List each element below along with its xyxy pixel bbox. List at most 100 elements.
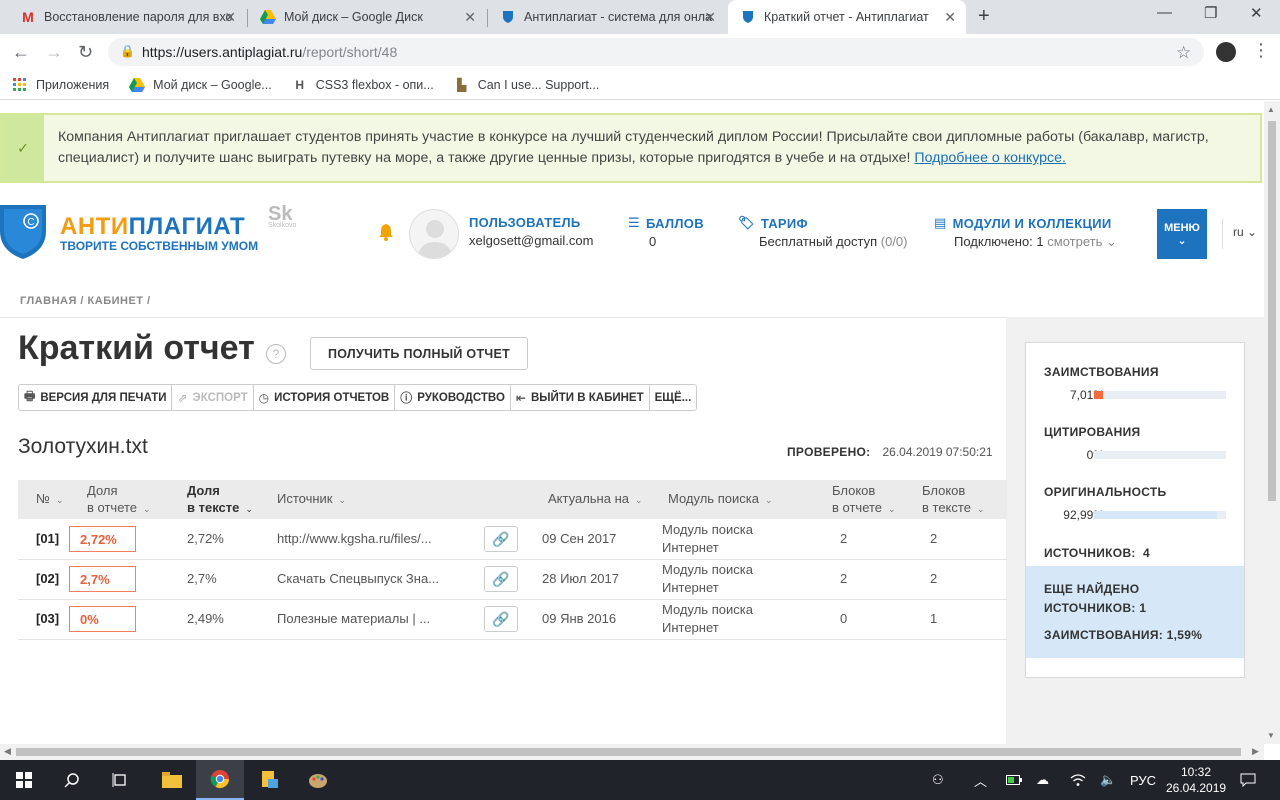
google-drive-icon xyxy=(129,77,146,93)
bell-icon[interactable] xyxy=(378,223,394,246)
originality-label: ОРИГИНАЛЬНОСТЬ xyxy=(1044,485,1167,499)
page-title: Краткий отчет xyxy=(18,329,255,367)
browser-tab-drive[interactable]: Мой диск – Google Диск ✕ xyxy=(248,0,486,34)
check-icon: ✓ xyxy=(2,115,44,181)
col-header-source[interactable]: Источник ⌄ xyxy=(259,480,484,519)
vertical-scrollbar[interactable]: ▲ ▼ xyxy=(1264,101,1280,744)
exit-to-cabinet-button[interactable]: ⇤ ВЫЙТИ В КАБИНЕТ xyxy=(511,385,650,410)
maximize-icon[interactable]: ❐ xyxy=(1204,4,1217,22)
minimize-icon[interactable]: — xyxy=(1157,4,1172,21)
bookmark-apps[interactable]: Приложения xyxy=(12,77,109,93)
close-tab-icon[interactable]: ✕ xyxy=(464,9,476,26)
col-header-module[interactable]: Модуль поиска ⌄ xyxy=(650,480,814,519)
notifications-icon[interactable] xyxy=(1240,760,1256,800)
task-view-icon[interactable] xyxy=(96,760,144,800)
menu-button[interactable]: МЕНЮ ⌄ xyxy=(1157,209,1207,259)
windows-start-icon[interactable] xyxy=(0,760,48,800)
source-link[interactable]: Скачать Спецвыпуск Зна... xyxy=(259,559,484,600)
chrome-icon[interactable] xyxy=(196,760,244,800)
share-report-value: 2,72% xyxy=(69,525,136,552)
file-explorer-icon[interactable] xyxy=(148,760,196,800)
chevron-down-icon: ⌄ xyxy=(143,503,151,514)
language-select[interactable]: ru ⌄ xyxy=(1222,219,1257,249)
report-toolbar: 🖶 ВЕРСИЯ ДЛЯ ПЕЧАТИ ⇗ ЭКСПОРТ ◷ ИСТОРИЯ ОТЧ… xyxy=(18,384,698,411)
close-tab-icon[interactable]: ✕ xyxy=(944,9,956,26)
user-avatar[interactable] xyxy=(409,209,459,259)
weather-icon[interactable]: ☁ xyxy=(1036,760,1049,800)
bookmark-css-flexbox[interactable]: H CSS3 flexbox - опи... xyxy=(292,77,433,93)
chevron-down-icon: ⌄ xyxy=(245,503,253,514)
table-row[interactable]: [03] 0% 2,49% Полезные материалы | ... 🔗… xyxy=(18,599,1007,640)
system-clock[interactable]: 10:32 26.04.2019 xyxy=(1166,764,1226,796)
scrollbar-thumb[interactable] xyxy=(16,748,1241,756)
col-header-share-text[interactable]: Доля в тексте ⌄ xyxy=(169,480,259,519)
close-tab-icon[interactable]: ✕ xyxy=(224,9,236,26)
browser-tab-report[interactable]: Краткий отчет - Антиплагиат ✕ xyxy=(728,0,966,34)
breadcrumb[interactable]: ГЛАВНАЯ / КАБИНЕТ / xyxy=(20,295,151,307)
antiplagiat-logo-icon[interactable]: C xyxy=(0,201,50,261)
user-block[interactable]: ПОЛЬЗОВАТЕЛЬ xelgosett@gmail.com xyxy=(469,215,593,248)
bookmark-drive[interactable]: Мой диск – Google... xyxy=(129,77,272,93)
more-found-box[interactable]: ЕЩЕ НАЙДЕНО ИСТОЧНИКОВ: 1 ЗАИМСТВОВАНИЯ:… xyxy=(1026,566,1244,658)
search-icon[interactable] xyxy=(48,760,96,800)
col-header-share-report[interactable]: Доля в отчете ⌄ xyxy=(69,480,169,519)
guide-button[interactable]: ⓘ РУКОВОДСТВО xyxy=(395,385,511,410)
logo-text[interactable]: АНТИПЛАГИАТ xyxy=(60,213,245,241)
col-header-blocks-report[interactable]: Блоков в отчете ⌄ xyxy=(814,480,904,519)
export-button[interactable]: ⇗ ЭКСПОРТ xyxy=(172,385,254,410)
profile-avatar-icon[interactable] xyxy=(1216,42,1236,62)
document-filename: Золотухин.txt xyxy=(18,435,148,458)
report-history-button[interactable]: ◷ ИСТОРИЯ ОТЧЕТОВ xyxy=(254,385,396,410)
help-icon[interactable]: ? xyxy=(266,344,286,364)
modules-block[interactable]: ▤ МОДУЛИ И КОЛЛЕКЦИИ Подключено: 1 смотре… xyxy=(934,215,1117,250)
reload-icon[interactable]: ↻ xyxy=(78,42,93,63)
new-tab-icon[interactable]: + xyxy=(978,5,990,28)
col-header-num[interactable]: № ⌄ xyxy=(18,480,69,519)
points-block[interactable]: ☰ БАЛЛОВ 0 xyxy=(628,215,704,249)
chevron-down-icon: ⌄ xyxy=(55,495,64,505)
url-input[interactable]: 🔒 https://users.antiplagiat.ru/report/sh… xyxy=(108,38,1204,66)
borrow-bar xyxy=(1094,391,1226,399)
wifi-icon[interactable] xyxy=(1070,760,1086,800)
col-header-blocks-text[interactable]: Блоков в тексте ⌄ xyxy=(904,480,1007,519)
col-header-actual[interactable]: Актуальна на ⌄ xyxy=(530,480,650,519)
table-row[interactable]: [02] 2,7% 2,7% Скачать Спецвыпуск Зна...… xyxy=(18,559,1007,600)
windows-taskbar: ⚇ ︿ ☁ 🔈 РУС 10:32 26.04.2019 xyxy=(0,760,1280,800)
contest-details-link[interactable]: Подробнее о конкурсе. xyxy=(914,150,1066,166)
volume-icon[interactable]: 🔈 xyxy=(1100,760,1116,800)
close-tab-icon[interactable]: ✕ xyxy=(704,9,716,26)
link-icon[interactable]: 🔗 xyxy=(484,606,518,632)
forward-icon[interactable]: → xyxy=(45,42,63,63)
paint-app-icon[interactable] xyxy=(294,760,342,800)
divider xyxy=(0,317,1006,318)
bookmark-star-icon[interactable]: ☆ xyxy=(1176,43,1191,63)
chevron-up-icon[interactable]: ︿ xyxy=(974,760,987,800)
link-icon[interactable]: 🔗 xyxy=(484,525,518,552)
print-version-button[interactable]: 🖶 ВЕРСИЯ ДЛЯ ПЕЧАТИ xyxy=(19,385,173,410)
browser-tab-gmail[interactable]: M Восстановление пароля для вхо ✕ xyxy=(8,0,246,34)
input-language[interactable]: РУС xyxy=(1130,760,1156,800)
tariff-block[interactable]: 🏷 ТАРИФ Бесплатный доступ (0/0) xyxy=(738,215,908,249)
source-link[interactable]: http://www.kgsha.ru/files/... xyxy=(259,519,484,560)
chevron-down-icon: ⌄ xyxy=(976,503,985,514)
browser-menu-icon[interactable]: ⋮ xyxy=(1252,40,1270,61)
get-full-report-button[interactable]: ПОЛУЧИТЬ ПОЛНЫЙ ОТЧЕТ xyxy=(310,337,528,370)
people-icon[interactable]: ⚇ xyxy=(932,760,944,800)
scrollbar-thumb[interactable] xyxy=(1268,121,1276,501)
borrow-bar-fill xyxy=(1094,391,1104,399)
browser-tab-antiplagiat[interactable]: Антиплагиат - система для онла ✕ xyxy=(488,0,726,34)
documents-app-icon[interactable] xyxy=(246,760,294,800)
modules-see-link[interactable]: смотреть xyxy=(1047,234,1102,249)
horizontal-scrollbar[interactable]: ◀ ▶ xyxy=(0,744,1264,760)
back-icon[interactable]: ← xyxy=(12,42,30,63)
source-link[interactable]: Полезные материалы | ... xyxy=(259,599,484,640)
bookmark-caniuse[interactable]: ▙ Can I use... Support... xyxy=(454,77,599,93)
browser-tabstrip: M Восстановление пароля для вхо ✕ Мой ди… xyxy=(0,0,1280,34)
table-row[interactable]: [01] 2,72% 2,72% http://www.kgsha.ru/fil… xyxy=(18,519,1007,560)
link-icon[interactable]: 🔗 xyxy=(484,566,518,592)
address-bar: ← → ↻ 🔒 https://users.antiplagiat.ru/rep… xyxy=(0,34,1280,70)
close-window-icon[interactable]: ✕ xyxy=(1250,4,1263,22)
battery-icon[interactable] xyxy=(1006,760,1022,800)
more-button[interactable]: ЕЩЁ... xyxy=(650,385,697,410)
page-viewport: ✓ Компания Антиплагиат приглашает студен… xyxy=(0,101,1264,744)
